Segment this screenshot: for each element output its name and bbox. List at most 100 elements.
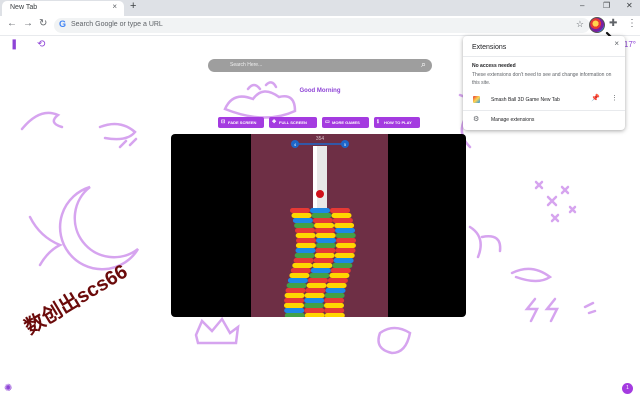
- tab-title: New Tab: [10, 4, 38, 11]
- tower-ring-segment: [295, 228, 315, 233]
- tower-ring-segment: [305, 288, 326, 293]
- how-to-play-button[interactable]: ℹ HOW TO PLAY: [374, 117, 420, 128]
- tower-ring-segment: [304, 298, 325, 303]
- reload-icon[interactable]: ↻: [39, 19, 47, 29]
- tower-ring-segment: [286, 283, 307, 288]
- bookmark-icon[interactable]: ❚: [10, 40, 18, 50]
- tower-ring-segment: [310, 208, 330, 213]
- tower-ring-segment: [284, 293, 305, 298]
- popup-divider: [463, 56, 625, 57]
- tower-ring-segment: [324, 293, 345, 298]
- tower-ring-segment: [310, 268, 331, 273]
- tower-ring-segment: [315, 248, 336, 253]
- tower-ring-segment: [290, 208, 310, 213]
- back-icon[interactable]: ←: [7, 19, 17, 29]
- tower-ring-segment: [312, 263, 333, 268]
- tab-close-icon[interactable]: ×: [112, 3, 117, 11]
- manage-extensions-link[interactable]: Manage extensions: [491, 117, 534, 123]
- more-games-button[interactable]: ▭ MORE GAMES: [322, 117, 369, 128]
- address-placeholder: Search Google or type a URL: [71, 21, 163, 28]
- tower-ring-segment: [292, 218, 313, 223]
- tower-ring-segment: [304, 293, 325, 298]
- weather-temperature: 17°: [623, 40, 636, 49]
- popup-divider: [463, 110, 625, 111]
- how-to-play-icon: ℹ: [377, 119, 379, 125]
- tower-ring-segment: [292, 263, 313, 268]
- tower-ring-segment: [315, 233, 336, 238]
- forward-icon[interactable]: →: [23, 19, 33, 29]
- extensions-puzzle-icon[interactable]: ✚: [609, 19, 617, 29]
- no-access-heading: No access needed: [472, 63, 516, 69]
- tower-ring-segment: [331, 213, 352, 218]
- game-frame[interactable]: 4 5 354: [171, 134, 466, 317]
- tower-ring-segment: [312, 218, 333, 223]
- more-games-icon: ▭: [325, 119, 330, 125]
- more-games-label: MORE GAMES: [332, 120, 360, 125]
- tower-ring-segment: [285, 288, 306, 293]
- tower-ring-segment: [296, 238, 316, 243]
- full-screen-button[interactable]: ✥ FULL SCREEN: [269, 117, 317, 128]
- tower-ring-segment: [324, 308, 345, 313]
- fade-screen-label: FADE SCREEN: [228, 120, 257, 125]
- greeting-text: Good Morning: [299, 88, 341, 94]
- tower-ring-segment: [284, 298, 305, 303]
- full-screen-label: FULL SCREEN: [279, 120, 307, 125]
- tab-new-tab[interactable]: New Tab ×: [2, 1, 124, 16]
- search-icon[interactable]: ⌕: [421, 60, 426, 69]
- tower-ring-segment: [291, 213, 312, 218]
- tower-ring-segment: [324, 298, 345, 303]
- tower-ring-segment: [335, 248, 356, 253]
- ball: [316, 190, 324, 198]
- how-to-play-label: HOW TO PLAY: [384, 120, 412, 125]
- fade-screen-button[interactable]: ⊡ FADE SCREEN: [218, 117, 264, 128]
- tower-ring-segment: [295, 233, 316, 238]
- tower-ring-segment: [306, 283, 327, 288]
- tower-ring-segment: [294, 223, 315, 228]
- no-access-description: These extensions don't need to see and c…: [472, 72, 612, 86]
- tower-ring-segment: [314, 253, 335, 258]
- manage-gear-icon: ⚙: [473, 116, 480, 123]
- tower-ring-segment: [325, 288, 346, 293]
- tower-ring-segment: [316, 238, 336, 243]
- tower-ring-segment: [334, 223, 355, 228]
- bookmark-star-icon[interactable]: ☆: [576, 20, 584, 29]
- tower-ring-segment: [313, 258, 334, 263]
- tower-ring-segment: [324, 313, 345, 317]
- game-canvas[interactable]: 4 5 354: [171, 134, 466, 317]
- history-icon[interactable]: ⟲: [37, 40, 45, 50]
- tower-ring-segment: [289, 273, 310, 278]
- page-search-bar[interactable]: Search Here... ⌕: [208, 59, 432, 72]
- new-tab-button[interactable]: +: [130, 1, 136, 12]
- chrome-menu-icon[interactable]: ⋮: [627, 19, 637, 29]
- tower-ring-segment: [315, 243, 336, 248]
- browser-window: New Tab × + – ❐ ✕ ← → ↻ G Search Google …: [0, 0, 640, 400]
- settings-gear-icon[interactable]: ✺: [4, 384, 12, 394]
- minimize-button[interactable]: –: [580, 2, 584, 10]
- tower-ring-segment: [295, 243, 316, 248]
- corner-badge[interactable]: 1: [622, 383, 633, 394]
- tower-ring-segment: [335, 243, 356, 248]
- tower-ring-segment: [293, 258, 314, 263]
- pin-icon[interactable]: 📌: [591, 95, 600, 102]
- extension-name[interactable]: Smash Ball 3D Game New Tab: [491, 97, 560, 103]
- address-bar[interactable]: G Search Google or type a URL ☆: [54, 18, 590, 33]
- browser-toolbar: ← → ↻ G Search Google or type a URL ☆ ✚ …: [0, 16, 640, 40]
- window-close-button[interactable]: ✕: [626, 2, 633, 10]
- tower-ring-segment: [309, 273, 330, 278]
- tower-ring-segment: [290, 268, 311, 273]
- tower-ring-segment: [307, 278, 328, 283]
- tower-ring-segment: [314, 223, 335, 228]
- tower-ring-segment: [335, 228, 355, 233]
- tower-ring-segment: [329, 273, 350, 278]
- extension-more-icon[interactable]: ⋮: [611, 95, 618, 102]
- tower-ring-segment: [311, 213, 332, 218]
- restore-button[interactable]: ❐: [603, 2, 610, 10]
- tower-ring-segment: [327, 278, 348, 283]
- tower-ring-segment: [334, 253, 355, 258]
- tower-ring-segment: [315, 228, 335, 233]
- tower-ring-segment: [284, 308, 305, 313]
- tower-ring-segment: [304, 313, 325, 317]
- tower-ring-segment: [295, 248, 316, 253]
- popup-close-icon[interactable]: ×: [614, 40, 619, 48]
- tower-ring-segment: [326, 283, 347, 288]
